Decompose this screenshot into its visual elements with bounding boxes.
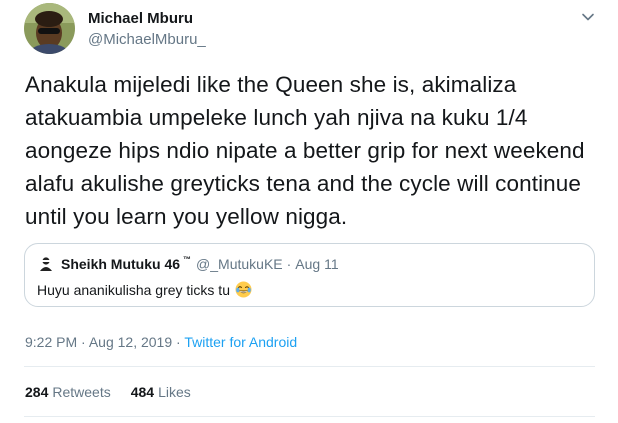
tweet-card: Michael Mburu @MichaelMburu_ Anakula mij… xyxy=(0,0,618,423)
quoted-text-row: Huyu ananikulisha grey ticks tu xyxy=(37,281,252,298)
quoted-tweet[interactable]: Sheikh Mutuku 46 ™ @_MutukuKE · Aug 11 H… xyxy=(24,243,595,307)
quoted-separator: · xyxy=(286,256,292,272)
quoted-avatar-icon xyxy=(37,255,55,273)
retweets-count: 284 xyxy=(25,384,49,400)
retweets-stat[interactable]: 284 Retweets xyxy=(25,384,111,400)
meta-separator-2: · xyxy=(176,334,181,350)
tweet-meta: 9:22 PM · Aug 12, 2019 · Twitter for And… xyxy=(25,334,297,350)
likes-count: 484 xyxy=(130,384,155,400)
chevron-down-icon[interactable] xyxy=(575,6,601,28)
tweet-date[interactable]: Aug 12, 2019 xyxy=(89,334,172,350)
quoted-name-badge: ™ xyxy=(183,254,192,264)
quoted-date: Aug 11 xyxy=(295,256,339,272)
laughing-emoji-icon xyxy=(235,281,252,298)
quoted-handle: @_MutukuKE xyxy=(196,256,283,272)
tweet-time[interactable]: 9:22 PM xyxy=(25,334,77,350)
likes-stat[interactable]: 484 Likes xyxy=(131,384,191,400)
author-handle[interactable]: @MichaelMburu_ xyxy=(88,31,206,48)
quoted-display-name: Sheikh Mutuku 46 xyxy=(61,256,181,272)
quoted-tweet-header: Sheikh Mutuku 46 ™ @_MutukuKE · Aug 11 xyxy=(37,255,339,273)
divider xyxy=(24,366,595,367)
quoted-text: Huyu ananikulisha grey ticks tu xyxy=(37,281,230,298)
divider xyxy=(24,416,595,417)
meta-separator-1: · xyxy=(81,334,86,350)
likes-label: Likes xyxy=(158,384,191,400)
tweet-stats: 284 Retweets 484 Likes xyxy=(25,384,211,400)
retweets-label: Retweets xyxy=(52,384,111,400)
tweet-text: Anakula mijeledi like the Queen she is, … xyxy=(25,72,585,229)
author-display-name[interactable]: Michael Mburu xyxy=(88,10,193,27)
author-avatar[interactable] xyxy=(24,3,75,54)
tweet-source-link[interactable]: Twitter for Android xyxy=(184,334,297,350)
